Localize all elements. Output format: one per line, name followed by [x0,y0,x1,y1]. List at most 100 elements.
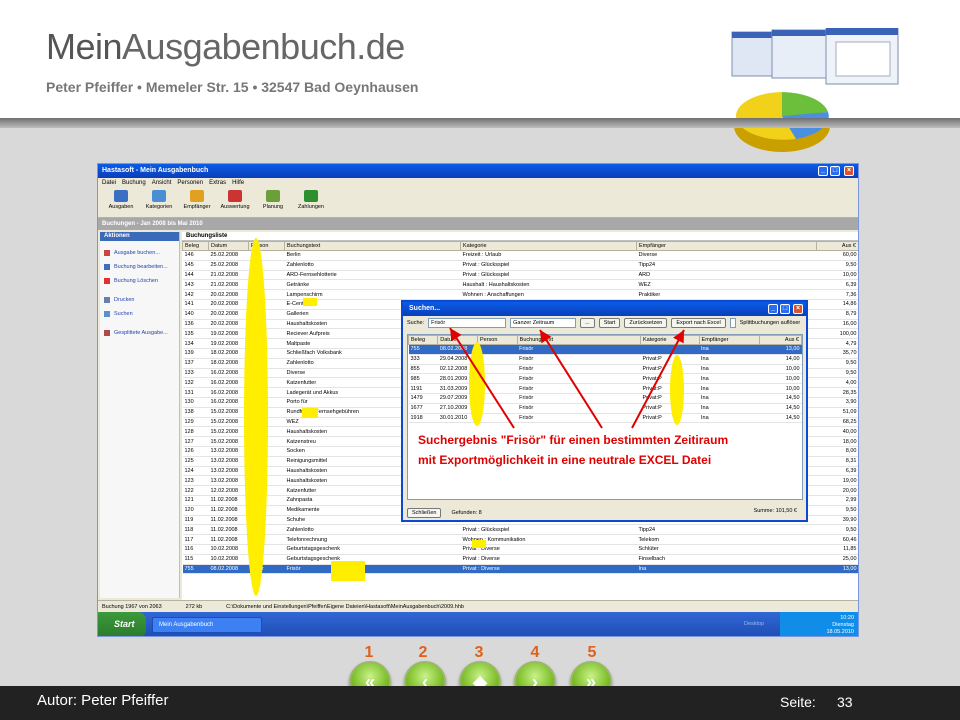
split-checkbox-label: Splittbuchungen auflöser [739,320,801,326]
toolbar-ausgaben-button[interactable]: Ausgaben [104,190,138,215]
action-suchen[interactable]: Suchen [100,307,179,321]
table-cell: Freizeit : Urlaub [460,250,637,261]
windows-taskbar: Start Mein Ausgabenbuch Desktop 10:20 Di… [98,612,858,636]
menu-buchung[interactable]: Buchung [122,180,146,186]
search-input[interactable]: Frisör [428,318,507,328]
table-cell: 16.02.2008 [208,387,249,398]
table-row[interactable]: 146 25.02.2008 Berlin Freizeit : Urlaub Dive… [182,250,858,261]
table-cell: Wohnen : Kommunikation [460,534,637,545]
table-cell: 118 [182,524,209,536]
toolbar-auswertung-button[interactable]: Auswertung [218,190,252,215]
table-cell: Frisör [517,393,641,404]
table-row[interactable]: 755 08.02.2008 Frisör Ina 13,00 [408,344,802,355]
table-row[interactable]: 1191 31.03.2009 Frisör Privat:P Ina 10,00 [408,383,802,394]
table-cell: Schlüter [636,544,817,555]
table-row[interactable]: 14525.02.2008PZahlenlottoPrivat : Glücks… [182,260,858,271]
menu-extras[interactable]: Extras [209,180,226,186]
book-icon [114,190,128,202]
table-row[interactable]: 75508.02.2008PeterFrisörPrivat : Diverse… [182,564,858,575]
action-drucken[interactable]: Drucken [100,293,179,307]
table-cell: 9,50 [816,524,858,536]
desktop-label: Desktop [744,621,765,627]
table-cell: Ina [699,393,760,404]
site-subtitle: Peter Pfeiffer • Memeler Str. 15 • 32547… [46,79,419,95]
minimize-icon[interactable]: _ [818,166,828,176]
table-cell: 21.02.2008 [208,279,249,291]
search-dialog-title: Suchen... [409,305,441,312]
menu-ansicht[interactable]: Ansicht [152,180,172,186]
column-header[interactable]: Beleg [407,335,439,345]
close-dialog-button[interactable]: Schließen [407,507,442,518]
table-row[interactable]: 117 11.02.2008 Telefonrechnung Wohnen : Kom… [182,534,858,545]
table-row[interactable]: 115 10.02.2008 Geburtstagsgeschenk Privat :… [182,554,858,565]
table-row[interactable]: 142 20.02.2008 Lampenschirm Wohnen : Anscha… [182,289,858,300]
action-gesplittete-ausgabe[interactable]: Gesplittete Ausgabe... [100,326,179,340]
table-row[interactable]: 118 11.02.2008 Zahlenlotto Privat : Glückss… [182,524,858,536]
minimize-icon[interactable]: _ [768,304,778,314]
table-cell: 13.02.2008 [208,466,249,477]
column-header[interactable]: Datum [208,241,249,251]
table-row[interactable]: 143 21.02.2008 Getränke Haushalt : Haushalt… [182,279,858,291]
column-header[interactable]: Beleg [182,241,209,251]
start-search-button[interactable]: Start [598,318,621,328]
page-header: MeinAusgabenbuch.de Peter Pfeiffer • Mem… [0,0,960,152]
column-header[interactable]: Aus € [816,241,858,251]
more-button[interactable]: ... [580,318,595,328]
table-row[interactable]: 1479 29.07.2009 Frisör Privat:P Ina 14,50 [408,393,802,404]
table-cell: 6,39 [816,279,858,291]
split-checkbox[interactable] [729,318,736,328]
section-bar: Buchungen - Jan 2008 bis Mai 2010 [98,218,858,230]
table-row[interactable]: 116 10.02.2008 Geburtstagsgeschenk Privat :… [182,544,858,555]
table-row[interactable]: 1918 30.01.2010 Frisör Privat:P Ina 14,50 [408,413,802,424]
close-icon[interactable]: × [844,166,854,176]
column-header[interactable]: Kategorie [640,335,700,345]
toolbar-label: Auswertung [220,204,250,210]
action-ausgabe-buchen[interactable]: Ausgabe buchen... [100,246,179,260]
table-row[interactable]: 985 28.01.2009 Frisör Privat:P Ina 10,00 [408,373,802,385]
maximize-icon[interactable]: □ [830,166,840,176]
table-cell: 119 [182,515,209,526]
toolbar-empfaenger-button[interactable]: Empfänger [180,190,214,215]
close-icon[interactable]: × [793,304,803,314]
highlight-marker [303,298,317,306]
maximize-icon[interactable]: □ [780,304,790,314]
range-select[interactable]: Ganzer Zeitraum [510,318,577,328]
column-header[interactable]: Buchungstext [516,335,642,345]
start-button[interactable]: Start [98,612,146,636]
column-header[interactable]: Empfänger [636,241,817,251]
table-cell: 11.02.2008 [208,495,249,506]
table-cell: Diverse [636,250,817,261]
taskbar-item-ausgabenbuch[interactable]: Mein Ausgabenbuch [152,617,262,633]
action-buchung-loeschen[interactable]: Buchung Löschen [100,274,179,288]
nav-number-1: 1 [364,644,374,661]
column-header[interactable]: Empfänger [698,335,761,345]
chart-icon [228,190,242,202]
column-header[interactable]: Kategorie [460,241,637,251]
table-cell: 100,00 [816,328,858,340]
toolbar-label: Kategorien [145,204,173,210]
toolbar-kategorien-button[interactable]: Kategorien [142,190,176,215]
toolbar-planung-button[interactable]: Planung [256,190,290,215]
menu-personen[interactable]: Personen [177,180,203,186]
table-row[interactable]: 855 02.12.2008 Frisör Privat:P Ina 10,00 [408,364,802,375]
table-row[interactable]: 1677 27.10.2009 Frisör Privat:P Ina 14,50 [408,403,802,414]
highlight-person-column [244,238,268,596]
action-buchung-bearbeiten[interactable]: Buchung bearbeiten... [100,260,179,274]
export-excel-button[interactable]: Export nach Excel [671,318,726,328]
toolbar-zahlungen-button[interactable]: Zahlungen [294,190,328,215]
table-cell: Getränke [284,279,461,291]
column-header[interactable]: Aus € [759,335,802,345]
column-header[interactable]: Datum [437,335,478,345]
table-cell: 20,00 [816,485,858,496]
actions-heading: Aktionen [100,232,179,241]
table-cell: 19,00 [816,475,858,487]
menu-datei[interactable]: Datei [102,180,116,186]
menu-hilfe[interactable]: Hilfe [232,180,244,186]
annotation-text: Suchergebnis "Frisör" für einen bestimmt… [418,430,728,470]
planning-icon [266,190,280,202]
table-row[interactable]: 333 29.04.2008 Frisör Privat:P Ina 14,00 [408,354,802,365]
column-header[interactable]: Person [476,335,518,345]
reset-button[interactable]: Zurücksetzen [624,318,668,328]
column-header[interactable]: Buchungstext [284,241,461,251]
table-row[interactable]: 144 21.02.2008 ARD-Fernsehlotterie Privat :… [182,270,858,281]
